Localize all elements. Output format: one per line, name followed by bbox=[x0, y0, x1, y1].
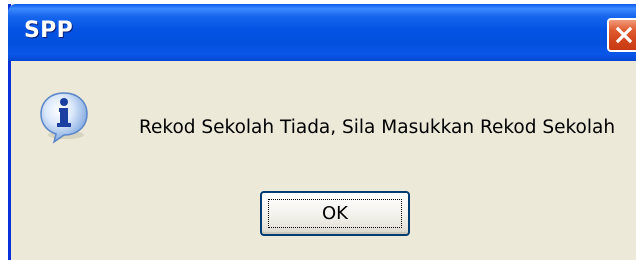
title-bar[interactable]: SPP bbox=[8, 4, 636, 61]
message-dialog: SPP Rekod Sekolah Tiada, Sila Masukkan R… bbox=[8, 4, 636, 260]
ok-button-label: OK bbox=[322, 203, 348, 224]
ok-button[interactable]: OK bbox=[260, 191, 410, 236]
close-icon bbox=[615, 26, 633, 44]
close-button[interactable] bbox=[607, 18, 636, 52]
window-title: SPP bbox=[24, 18, 73, 43]
information-icon bbox=[37, 89, 93, 145]
dialog-message: Rekod Sekolah Tiada, Sila Masukkan Rekod… bbox=[139, 117, 616, 138]
